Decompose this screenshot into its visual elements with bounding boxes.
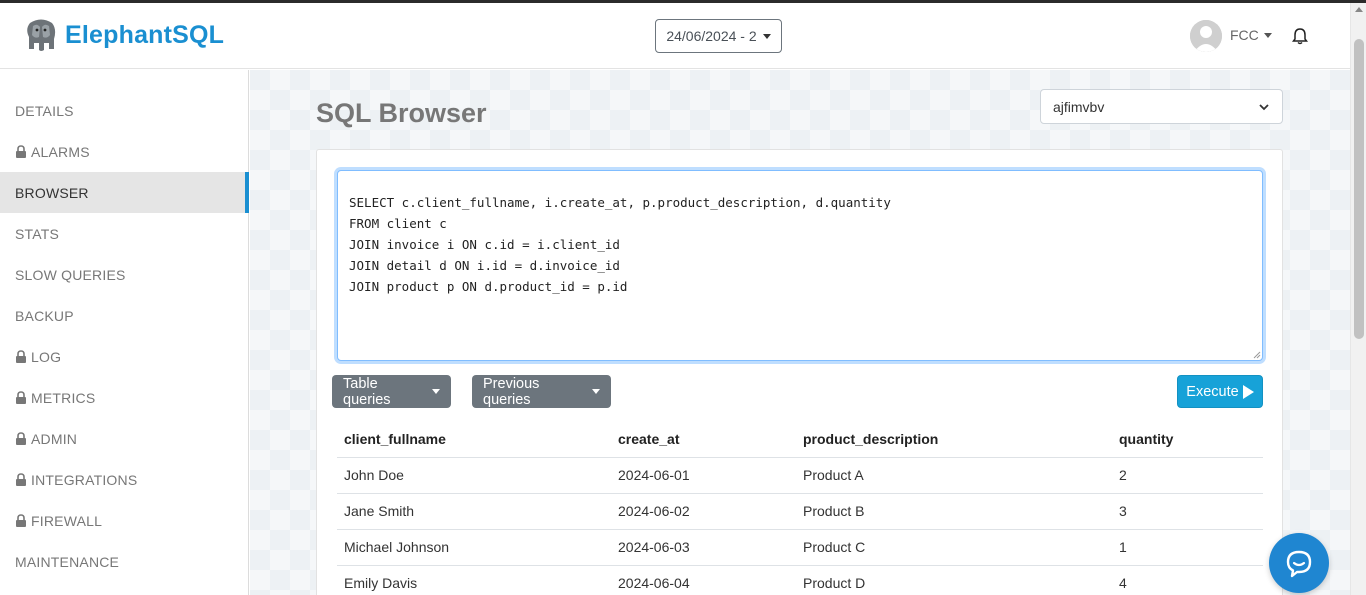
table-cell: 4 <box>1112 565 1263 595</box>
sidebar-item-label: STATS <box>15 225 60 242</box>
instance-dropdown-label: 24/06/2024 - 2 <box>666 28 757 44</box>
table-cell: Product A <box>796 457 1112 494</box>
table-cell: 2024-06-01 <box>611 457 796 494</box>
brand-name: ElephantSQL <box>65 20 225 49</box>
sidebar-item-slow-queries[interactable]: SLOW QUERIES <box>0 254 249 295</box>
column-header: quantity <box>1112 421 1263 458</box>
previous-queries-button[interactable]: Previous queries <box>472 375 611 408</box>
play-icon <box>1242 384 1254 399</box>
table-cell: Product B <box>796 493 1112 530</box>
sidebar-item-label: MAINTENANCE <box>15 553 120 570</box>
lock-icon <box>16 432 26 445</box>
sidebar-item-integrations[interactable]: INTEGRATIONS <box>0 459 249 500</box>
sidebar-item-label: SLOW QUERIES <box>15 266 126 283</box>
sidebar-item-label: INTEGRATIONS <box>31 471 138 488</box>
column-header: client_fullname <box>337 421 611 458</box>
sidebar-item-stats[interactable]: STATS <box>0 213 249 254</box>
sidebar: DETAILS ALARMS BROWSER STATS SLOW QUERIE… <box>0 70 249 595</box>
table-cell: Michael Johnson <box>337 529 611 566</box>
lock-icon <box>16 391 26 404</box>
sidebar-item-admin[interactable]: ADMIN <box>0 418 249 459</box>
table-cell: Product C <box>796 529 1112 566</box>
query-card: SELECT c.client_fullname, i.create_at, p… <box>316 149 1283 595</box>
table-cell: 2 <box>1112 457 1263 494</box>
table-cell: Product D <box>796 565 1112 595</box>
lock-icon <box>16 514 26 527</box>
caret-down-icon <box>762 33 771 39</box>
page-title: SQL Browser <box>316 98 487 128</box>
table-row: Emily Davis 2024-06-04 Product D 4 <box>337 565 1263 595</box>
table-cell: 2024-06-03 <box>611 529 796 566</box>
table-header-row: client_fullname create_at product_descri… <box>337 421 1263 458</box>
execute-button[interactable]: Execute <box>1177 375 1263 408</box>
chevron-down-icon <box>1259 104 1269 111</box>
lock-icon <box>16 473 26 486</box>
table-row: Jane Smith 2024-06-02 Product B 3 <box>337 493 1263 530</box>
help-chat-button[interactable] <box>1269 533 1329 593</box>
sidebar-item-label: BROWSER <box>15 184 89 201</box>
main-content: SQL Browser ajfimvbv SELECT c.client_ful… <box>250 70 1350 595</box>
sidebar-item-maintenance[interactable]: MAINTENANCE <box>0 541 249 582</box>
table-queries-label: Table queries <box>343 375 391 408</box>
table-row: John Doe 2024-06-01 Product A 2 <box>337 457 1263 494</box>
sidebar-item-label: METRICS <box>31 389 96 406</box>
sidebar-item-backup[interactable]: BACKUP <box>0 295 249 336</box>
user-avatar-icon[interactable] <box>1190 20 1222 52</box>
sidebar-item-browser[interactable]: BROWSER <box>0 172 249 213</box>
scroll-up-arrow-icon[interactable] <box>1355 7 1363 12</box>
scrollbar-thumb[interactable] <box>1354 39 1364 339</box>
results-table: client_fullname create_at product_descri… <box>337 421 1263 595</box>
execute-label: Execute <box>1186 383 1239 400</box>
page-scrollbar[interactable] <box>1350 3 1366 595</box>
sidebar-item-details[interactable]: DETAILS <box>0 90 249 131</box>
sidebar-item-label: FIREWALL <box>31 512 103 529</box>
person-silhouette-icon <box>1190 20 1222 52</box>
table-row: Michael Johnson 2024-06-03 Product C 1 <box>337 529 1263 566</box>
caret-down-icon <box>432 389 440 394</box>
chat-bubble-icon <box>1286 550 1312 578</box>
lock-icon <box>16 145 26 158</box>
sidebar-item-metrics[interactable]: METRICS <box>0 377 249 418</box>
sidebar-item-label: LOG <box>31 348 62 365</box>
elephant-logo-icon <box>27 19 56 51</box>
table-queries-button[interactable]: Table queries <box>332 375 451 408</box>
previous-queries-label: Previous queries <box>483 375 540 408</box>
table-cell: 2024-06-04 <box>611 565 796 595</box>
sql-query-editor[interactable]: SELECT c.client_fullname, i.create_at, p… <box>337 170 1263 361</box>
sidebar-item-firewall[interactable]: FIREWALL <box>0 500 249 541</box>
sidebar-item-log[interactable]: LOG <box>0 336 249 377</box>
column-header: create_at <box>611 421 796 458</box>
user-name: FCC <box>1230 27 1259 43</box>
lock-icon <box>16 350 26 363</box>
user-menu[interactable]: FCC <box>1230 27 1272 43</box>
table-cell: Jane Smith <box>337 493 611 530</box>
sidebar-item-label: ADMIN <box>31 430 78 447</box>
table-cell: 2024-06-02 <box>611 493 796 530</box>
caret-down-icon <box>1263 32 1272 38</box>
table-cell: John Doe <box>337 457 611 494</box>
table-cell: 1 <box>1112 529 1263 566</box>
table-cell: Emily Davis <box>337 565 611 595</box>
instance-dropdown[interactable]: 24/06/2024 - 2 <box>655 19 782 53</box>
resize-handle-icon[interactable] <box>1253 351 1261 359</box>
top-navbar: ElephantSQL 24/06/2024 - 2 FCC <box>0 3 1350 69</box>
database-select-value: ajfimvbv <box>1053 98 1105 115</box>
caret-down-icon <box>592 389 600 394</box>
brand[interactable]: ElephantSQL <box>24 17 224 53</box>
sidebar-item-label: BACKUP <box>15 307 74 324</box>
bell-icon[interactable] <box>1291 27 1309 45</box>
database-select[interactable]: ajfimvbv <box>1040 89 1283 124</box>
sidebar-item-alarms[interactable]: ALARMS <box>0 131 249 172</box>
column-header: product_description <box>796 421 1112 458</box>
table-cell: 3 <box>1112 493 1263 530</box>
sidebar-item-label: DETAILS <box>15 102 74 119</box>
sidebar-item-label: ALARMS <box>31 143 90 160</box>
